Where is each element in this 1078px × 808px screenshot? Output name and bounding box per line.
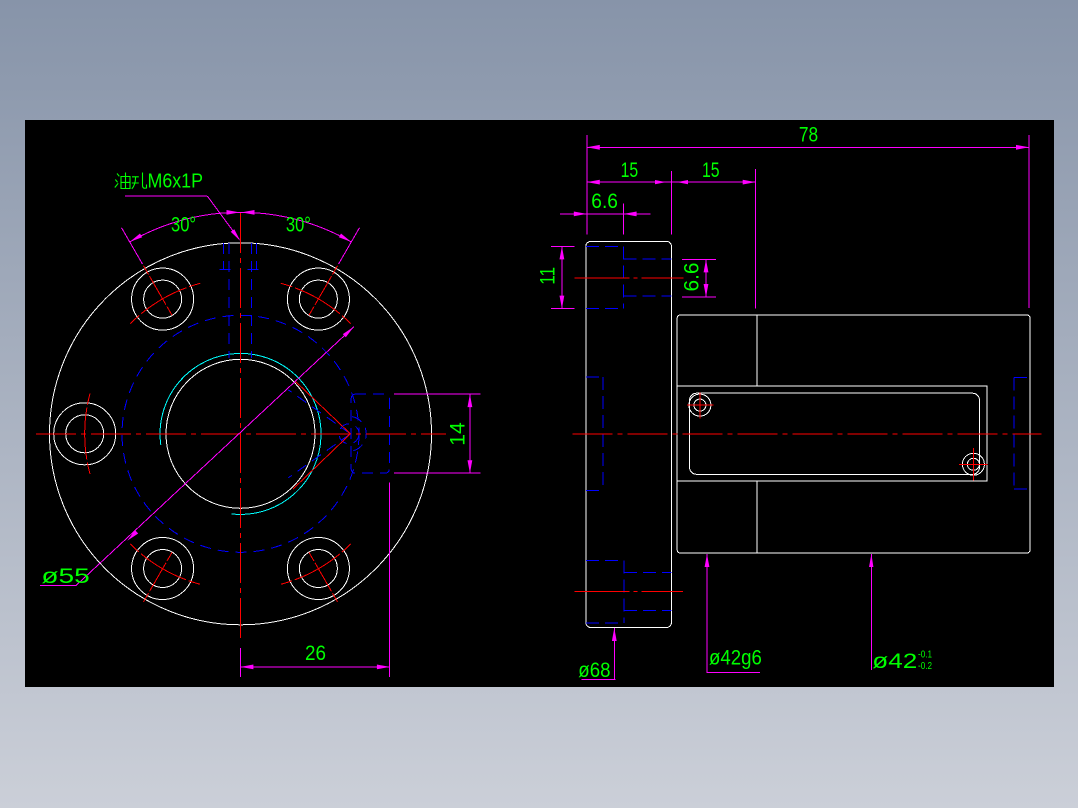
svg-text:15: 15	[702, 159, 720, 182]
svg-text:26: 26	[305, 642, 326, 665]
svg-text:14: 14	[447, 422, 470, 446]
svg-text:30°: 30°	[171, 213, 196, 236]
svg-text:6.6: 6.6	[591, 190, 618, 213]
svg-text:ø42g6: ø42g6	[709, 647, 762, 670]
svg-text:78: 78	[799, 124, 818, 147]
svg-text:-0.1: -0.1	[918, 649, 932, 661]
svg-text:M6x1P: M6x1P	[148, 171, 204, 193]
svg-text:ø68: ø68	[578, 659, 610, 682]
svg-text:6.6: 6.6	[681, 263, 704, 292]
svg-text:-0.2: -0.2	[918, 660, 932, 672]
svg-text:ø55: ø55	[41, 565, 89, 588]
svg-text:30°: 30°	[286, 213, 311, 236]
svg-text:ø42: ø42	[872, 650, 917, 673]
svg-text:11: 11	[536, 267, 559, 285]
svg-text:15: 15	[621, 159, 639, 182]
